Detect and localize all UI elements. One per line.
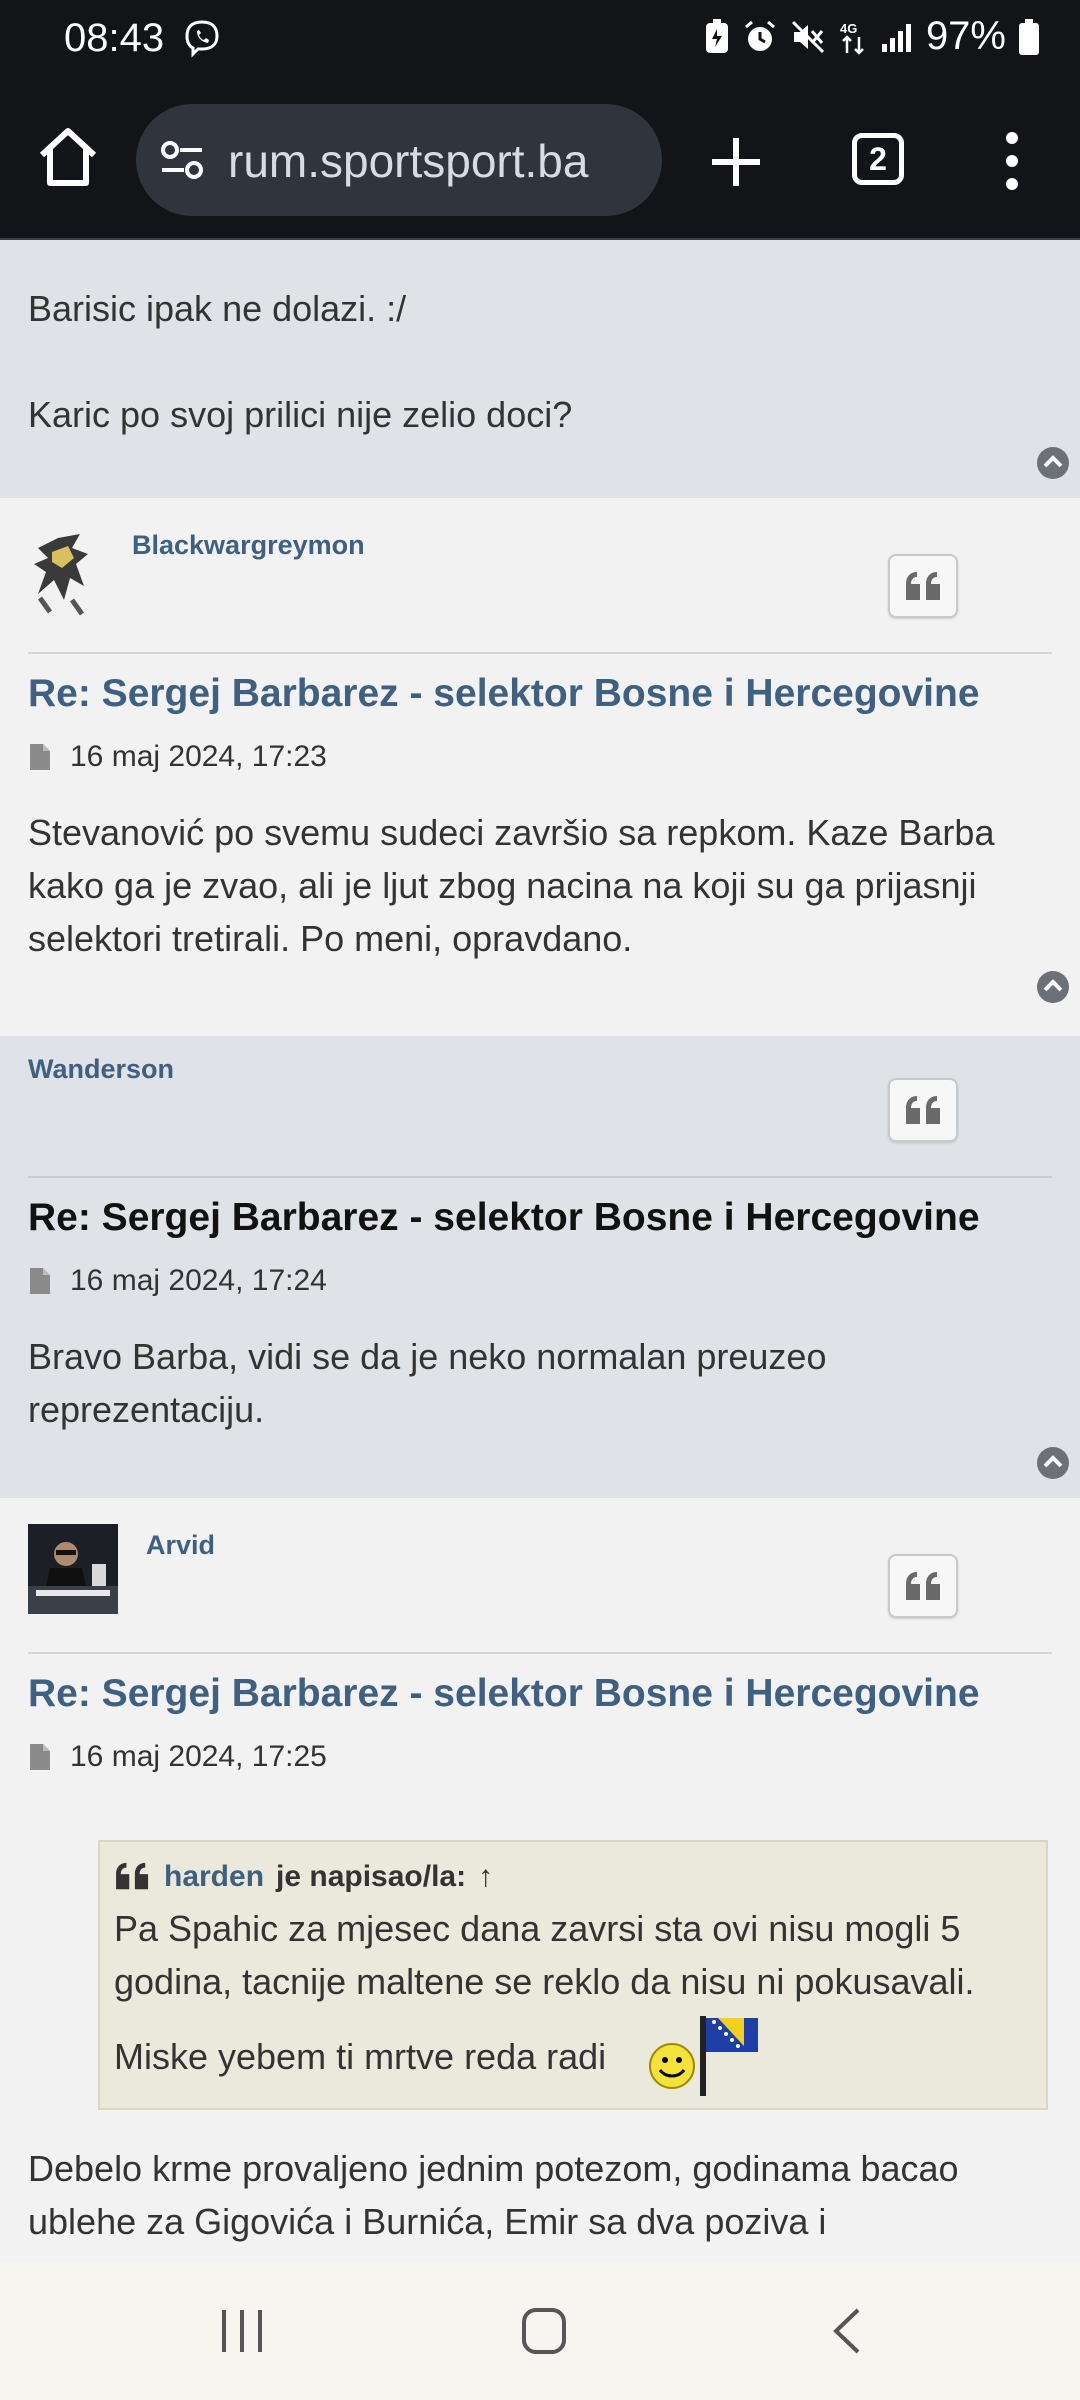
new-tab-icon[interactable] <box>706 132 766 192</box>
quote-button[interactable] <box>888 1554 958 1618</box>
post-author[interactable]: Wanderson <box>28 1054 174 1085</box>
post-body: Debelo krme provaljeno jednim potezom, g… <box>28 2148 959 2242</box>
quote-button[interactable] <box>888 1078 958 1142</box>
post-meta: 16 maj 2024, 17:23 <box>28 740 327 774</box>
url-text: rum.sportsport.ba <box>228 135 589 187</box>
post-meta: 16 maj 2024, 17:24 <box>28 1264 327 1298</box>
post-date: 16 maj 2024, 17:24 <box>70 1264 327 1297</box>
status-time: 08:43 <box>64 16 165 60</box>
quote-mark-icon <box>116 1862 149 1890</box>
quote-icon <box>906 1096 940 1124</box>
smiley-flag-icon <box>649 2016 758 2096</box>
quote-wrote-label: je napisao/la: <box>276 1860 467 1893</box>
battery-percent: 97% <box>925 14 1006 58</box>
quote-text-line: Miske yebem ti mrtve reda radi <box>114 2036 606 2078</box>
post: Wanderson Re: Sergej Barbarez - selektor… <box>0 1036 1080 1498</box>
divider <box>28 652 1052 654</box>
4g-icon: 4G <box>840 21 864 55</box>
quote-icon <box>906 1572 940 1600</box>
mute-icon <box>791 20 824 53</box>
post-file-icon <box>30 1268 50 1294</box>
address-bar[interactable]: rum.sportsport.ba <box>136 104 662 216</box>
status-icons: 4G 97% <box>704 14 1040 59</box>
quote-icon <box>906 572 940 600</box>
back-to-top-icon[interactable] <box>1036 446 1070 480</box>
avatar <box>28 1524 118 1614</box>
browser-toolbar: rum.sportsport.ba 2 <box>0 78 1080 240</box>
post-title-link[interactable]: Re: Sergej Barbarez - selektor Bosne i H… <box>28 1672 980 1716</box>
site-settings-icon[interactable] <box>158 136 206 184</box>
post-file-icon <box>30 744 50 770</box>
divider <box>28 1652 1052 1654</box>
quote-header: harden je napisao/la: ↑ <box>114 1860 493 1894</box>
jump-to-quote-link[interactable]: ↑ <box>478 1860 493 1894</box>
post-body-line: Karic po svoj prilici nije zelio doci? <box>28 394 573 435</box>
recent-apps-icon[interactable] <box>220 2308 264 2354</box>
svg-text:4G: 4G <box>840 21 857 36</box>
quote-text: Miske yebem ti mrtve reda radi <box>114 2036 607 2077</box>
post-author[interactable]: Blackwargreymon <box>132 530 365 561</box>
post-body-line: Barisic ipak ne dolazi. :/ <box>28 288 407 329</box>
status-bar: 08:43 4G 97% <box>0 0 1080 78</box>
post-body: Bravo Barba, vidi se da je neko normalan… <box>28 1336 827 1430</box>
back-to-top-icon[interactable] <box>1036 1446 1070 1480</box>
post-body: Stevanović po svemu sudeci završio sa re… <box>28 812 995 959</box>
battery-saver-icon <box>705 18 728 53</box>
post-date: 16 maj 2024, 17:23 <box>70 740 327 773</box>
post-date: 16 maj 2024, 17:25 <box>70 1740 327 1773</box>
back-to-top-icon[interactable] <box>1036 970 1070 1004</box>
viber-icon <box>185 20 219 58</box>
post: Blackwargreymon Re: Sergej Barbarez - se… <box>0 512 1080 1022</box>
quoted-user[interactable]: harden <box>164 1860 264 1894</box>
back-icon[interactable] <box>830 2306 864 2356</box>
more-menu-icon[interactable] <box>1000 130 1024 192</box>
alarm-icon <box>744 20 775 51</box>
system-nav-bar <box>0 2262 1080 2400</box>
post-author[interactable]: Arvid <box>146 1530 215 1561</box>
post-title-link[interactable]: Re: Sergej Barbarez - selektor Bosne i H… <box>28 672 980 716</box>
tab-switcher-button[interactable]: 2 <box>852 133 904 185</box>
post-previous: Barisic ipak ne dolazi. :/ Karic po svoj… <box>0 240 1080 498</box>
post-title[interactable]: Re: Sergej Barbarez - selektor Bosne i H… <box>28 1196 980 1240</box>
avatar <box>28 528 104 618</box>
home-icon[interactable] <box>34 123 102 191</box>
battery-icon <box>1019 18 1039 55</box>
post-file-icon <box>30 1744 50 1770</box>
home-nav-icon[interactable] <box>520 2306 568 2356</box>
post-meta: 16 maj 2024, 17:25 <box>28 1740 327 1774</box>
signal-icon <box>881 23 911 52</box>
blockquote: harden je napisao/la: ↑ Pa Spahic za mje… <box>98 1840 1048 2110</box>
quote-text: Pa Spahic za mjesec dana zavrsi sta ovi … <box>114 1908 975 2002</box>
divider <box>28 1176 1052 1178</box>
quote-button[interactable] <box>888 554 958 618</box>
